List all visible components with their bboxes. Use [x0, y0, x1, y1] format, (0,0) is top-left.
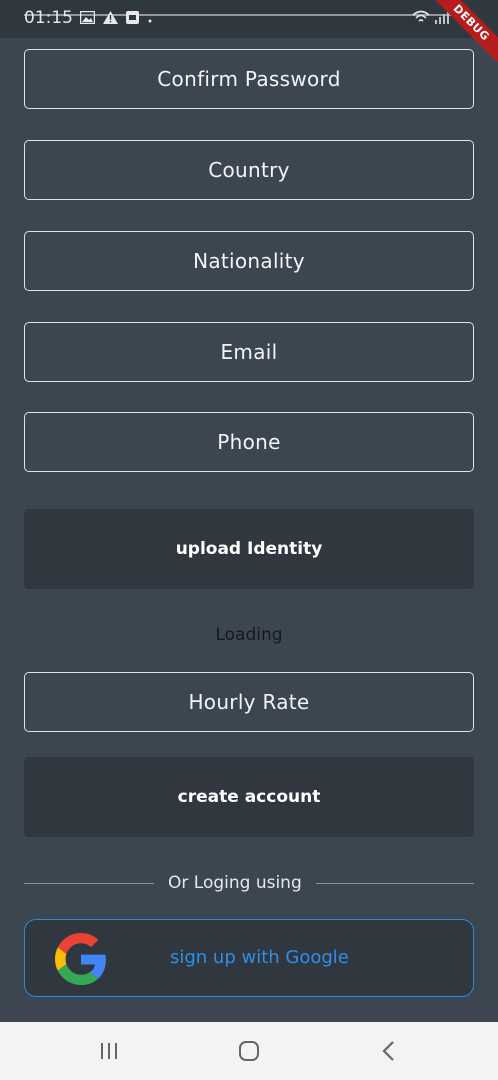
- divider-line-left: [24, 882, 154, 884]
- email-field[interactable]: Email: [24, 322, 474, 382]
- upload-identity-button[interactable]: upload Identity: [24, 509, 474, 589]
- or-divider: Or Loging using: [24, 871, 474, 895]
- google-logo-icon: [55, 933, 106, 985]
- home-icon: [239, 1041, 259, 1061]
- recent-apps-icon: [101, 1043, 117, 1059]
- recent-apps-button[interactable]: [94, 1037, 124, 1065]
- home-button[interactable]: [234, 1037, 264, 1065]
- dot-icon: [147, 9, 153, 28]
- hourly-rate-field[interactable]: Hourly Rate: [24, 672, 474, 732]
- status-bar: 01:15 DEBUG: [0, 0, 498, 69]
- warning-icon: [103, 9, 118, 28]
- country-field[interactable]: Country: [24, 140, 474, 200]
- google-signup-button[interactable]: sign up with Google: [24, 919, 474, 997]
- back-button[interactable]: [374, 1037, 404, 1065]
- nationality-field[interactable]: Nationality: [24, 231, 474, 291]
- create-account-button[interactable]: create account: [24, 757, 474, 837]
- confirm-password-field[interactable]: Confirm Password: [24, 49, 474, 109]
- image-icon: [79, 9, 96, 28]
- wifi-icon: [412, 9, 430, 28]
- google-button-label: sign up with Google: [170, 947, 349, 968]
- divider-line-right: [315, 882, 474, 884]
- phone-field[interactable]: Phone: [24, 412, 474, 472]
- navigation-bar: [0, 1022, 498, 1080]
- app-notification-icon: [126, 9, 139, 28]
- status-time: 01:15: [24, 8, 73, 28]
- back-icon: [382, 1041, 394, 1061]
- divider-text: Or Loging using: [168, 873, 302, 893]
- notification-icons: [79, 9, 153, 28]
- loading-text: Loading: [215, 625, 283, 645]
